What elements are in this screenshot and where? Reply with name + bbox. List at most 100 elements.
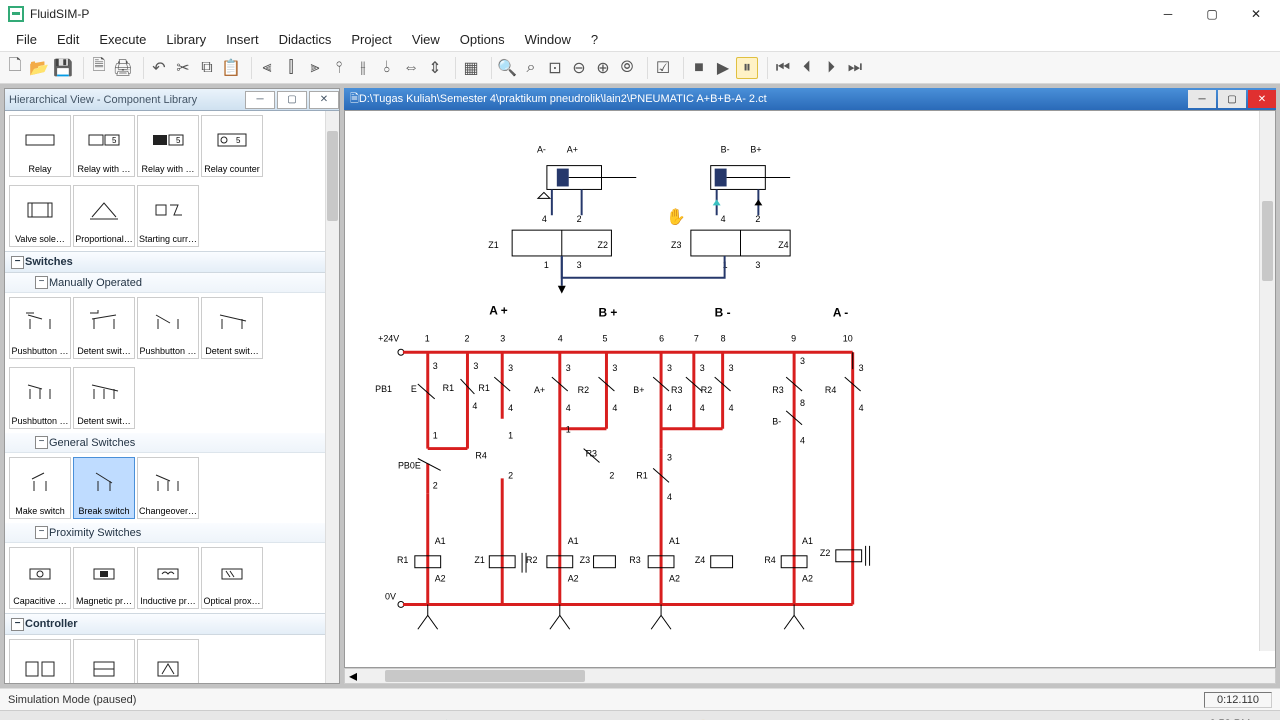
lib-min-button[interactable]: ─ [245, 91, 275, 109]
component-relay-with-2[interactable]: 5Relay with … [137, 115, 199, 177]
pause-button[interactable]: ⏸ [736, 57, 758, 79]
subgroup-manual[interactable]: Manually Operated [5, 273, 339, 293]
copy-button[interactable]: ⧉ [196, 57, 218, 79]
menu-library[interactable]: Library [156, 30, 216, 49]
sim-end-button[interactable]: ⏭ [844, 57, 866, 79]
component-controller-1[interactable] [9, 639, 71, 683]
task-edge-icon[interactable]: 🌐 [402, 717, 430, 720]
paste-button[interactable]: 📋 [220, 57, 242, 79]
menu-project[interactable]: Project [341, 30, 401, 49]
menu-insert[interactable]: Insert [216, 30, 269, 49]
align-left-button[interactable]: ⫷ [256, 57, 278, 79]
task-explorer-icon[interactable]: 📁 [510, 717, 538, 720]
component-relay[interactable]: Relay [9, 115, 71, 177]
menu-view[interactable]: View [402, 30, 450, 49]
doc-min-button[interactable]: ─ [1188, 90, 1216, 108]
task-chrome2-icon[interactable]: 🟡 [690, 717, 718, 720]
library-scrollbar[interactable] [325, 111, 339, 683]
menu-options[interactable]: Options [450, 30, 515, 49]
canvas-vscroll[interactable] [1259, 111, 1275, 651]
new-button[interactable]: 🗋 [4, 57, 26, 79]
component-proportional[interactable]: Proportional… [73, 185, 135, 247]
menu-window[interactable]: Window [515, 30, 581, 49]
zoom-icon[interactable]: 🔍 [496, 57, 518, 79]
zoom-window-button[interactable]: ⌕ [520, 57, 542, 79]
menu-help[interactable]: ? [581, 30, 608, 49]
component-relay-with-1[interactable]: 5Relay with … [73, 115, 135, 177]
maximize-button[interactable]: ▢ [1190, 0, 1234, 28]
svg-text:R2: R2 [701, 385, 712, 395]
task-store-icon[interactable]: 🛍️ [438, 717, 466, 720]
distribute-h-button[interactable]: ⇔ [400, 57, 422, 79]
align-center-button[interactable]: ⫿ [280, 57, 302, 79]
canvas-hscroll[interactable]: ◂ [344, 668, 1276, 684]
align-top-button[interactable]: ⫯ [328, 57, 350, 79]
print-button[interactable]: 🖨 [112, 57, 134, 79]
check-button[interactable]: ☑ [652, 57, 674, 79]
distribute-v-button[interactable]: ⇕ [424, 57, 446, 79]
component-pushbutton-2[interactable]: Pushbutton … [137, 297, 199, 359]
svg-text:R4: R4 [475, 451, 486, 461]
component-relay-counter[interactable]: 5Relay counter [201, 115, 263, 177]
component-detent-3[interactable]: Detent swit… [73, 367, 135, 429]
align-middle-button[interactable]: ⫲ [352, 57, 374, 79]
task-whatsapp-icon[interactable]: 💬 [546, 717, 574, 720]
component-pushbutton-3[interactable]: Pushbutton … [9, 367, 71, 429]
group-switches[interactable]: Switches [5, 251, 339, 273]
lib-max-button[interactable]: ▢ [277, 91, 307, 109]
component-optical[interactable]: Optical prox… [201, 547, 263, 609]
component-valve-solenoid[interactable]: Valve sole… [9, 185, 71, 247]
align-right-button[interactable]: ⫸ [304, 57, 326, 79]
subgroup-proximity[interactable]: Proximity Switches [5, 523, 339, 543]
grid-button[interactable]: ▦ [460, 57, 482, 79]
component-break-switch[interactable]: Break switch [73, 457, 135, 519]
task-snip-icon[interactable]: ✂️ [474, 717, 502, 720]
zoom-fit-button[interactable]: ⊡ [544, 57, 566, 79]
taskbar: Links 🌐 🛍️ ✂️ 📁 💬 🔴 🦊 🟦 🟡 ▶️ ˄ ☁ 🛜 🔊 🔋 E… [0, 710, 1280, 720]
task-chrome-icon[interactable]: 🔴 [582, 717, 610, 720]
component-detent-2[interactable]: Detent swit… [201, 297, 263, 359]
sim-start-button[interactable]: ⏮ [772, 57, 794, 79]
component-inductive[interactable]: Inductive pr… [137, 547, 199, 609]
component-detent[interactable]: Detent swit… [73, 297, 135, 359]
stop-button[interactable]: ■ [688, 57, 710, 79]
component-controller-2[interactable] [73, 639, 135, 683]
component-starting-current[interactable]: Starting curr… [137, 185, 199, 247]
component-make-switch[interactable]: Make switch [9, 457, 71, 519]
sim-step-fwd-button[interactable]: ⏵ [820, 57, 842, 79]
component-changeover[interactable]: Changeover… [137, 457, 199, 519]
doc-close-button[interactable]: ✕ [1248, 90, 1276, 108]
open-button[interactable]: 📂 [28, 57, 50, 79]
task-fluidsim-icon[interactable]: 🟦 [654, 717, 682, 720]
undo-button[interactable]: ↶ [148, 57, 170, 79]
cut-button[interactable]: ✂ [172, 57, 194, 79]
component-capacitive[interactable]: Capacitive … [9, 547, 71, 609]
sim-step-back-button[interactable]: ⏴ [796, 57, 818, 79]
lib-close-button[interactable]: ✕ [309, 91, 339, 109]
zoom-in-button[interactable]: ⊕ [592, 57, 614, 79]
subgroup-general[interactable]: General Switches [5, 433, 339, 453]
component-pushbutton[interactable]: Pushbutton … [9, 297, 71, 359]
zoom-out-button[interactable]: ⊖ [568, 57, 590, 79]
doc-max-button[interactable]: ▢ [1218, 90, 1246, 108]
close-button[interactable]: ✕ [1234, 0, 1278, 28]
circuit-canvas[interactable]: .bk{stroke:#000;stroke-width:1;fill:none… [344, 110, 1276, 668]
minimize-button[interactable]: ─ [1146, 0, 1190, 28]
group-controller[interactable]: Controller [5, 613, 339, 635]
component-controller-3[interactable] [137, 639, 199, 683]
menu-didactics[interactable]: Didactics [269, 30, 342, 49]
svg-text:A+: A+ [534, 385, 545, 395]
svg-text:1: 1 [433, 431, 438, 441]
menu-execute[interactable]: Execute [89, 30, 156, 49]
play-button[interactable]: ▶ [712, 57, 734, 79]
task-firefox-icon[interactable]: 🦊 [618, 717, 646, 720]
print-preview-button[interactable]: 🗎 [88, 57, 110, 79]
window-titlebar: FluidSIM-P ─ ▢ ✕ [0, 0, 1280, 28]
menu-file[interactable]: File [6, 30, 47, 49]
align-bottom-button[interactable]: ⫰ [376, 57, 398, 79]
save-button[interactable]: 💾 [52, 57, 74, 79]
menu-edit[interactable]: Edit [47, 30, 89, 49]
zoom-100-button[interactable]: ⦾ [616, 57, 638, 79]
task-player-icon[interactable]: ▶️ [726, 717, 754, 720]
component-magnetic[interactable]: Magnetic pr… [73, 547, 135, 609]
